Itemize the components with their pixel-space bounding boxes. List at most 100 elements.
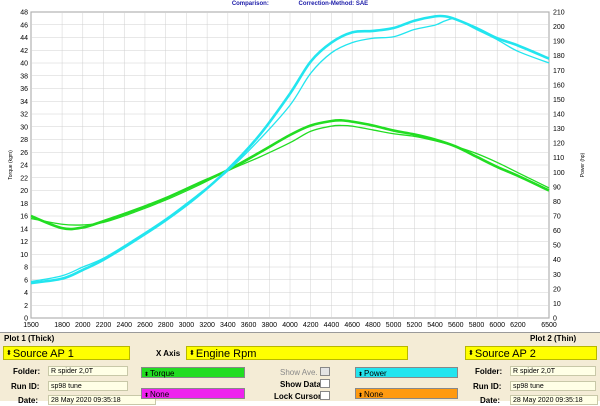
- y-left-tick-label: 6: [24, 277, 28, 284]
- y-right-tick-label: 140: [553, 112, 565, 119]
- show-ave-checkbox[interactable]: [320, 367, 330, 376]
- x-tick-label: 6000: [489, 322, 505, 329]
- plot2-channel-value: Power: [364, 369, 387, 378]
- y-left-tick-label: 30: [20, 124, 28, 131]
- x-tick-label: 4600: [344, 322, 360, 329]
- xaxis-label: X Axis: [156, 349, 181, 358]
- show-data-checkbox[interactable]: [320, 379, 330, 388]
- y-right-tick-label: 20: [553, 286, 561, 293]
- updown-arrow-icon: ⬍: [6, 350, 12, 357]
- y-right-tick-label: 40: [553, 257, 561, 264]
- y-right-tick-label: 170: [553, 68, 565, 75]
- show-ave-label: Show Ave.: [280, 368, 318, 377]
- plot1-channel-value: Torque: [150, 369, 175, 378]
- updown-arrow-icon: ⬍: [358, 393, 364, 399]
- y-right-tick-label: 200: [553, 24, 565, 31]
- y-right-tick-label: 180: [553, 53, 565, 60]
- runid1-field[interactable]: sp98 tune: [48, 381, 128, 391]
- y-right-tick-label: 0: [553, 316, 557, 323]
- y-left-tick-label: 10: [20, 252, 28, 259]
- folder1-label: Folder:: [13, 367, 41, 376]
- plot2-channel-select[interactable]: ⬍Power: [355, 367, 458, 378]
- x-tick-label: 1800: [54, 322, 70, 329]
- date1-label: Date:: [18, 396, 39, 405]
- y-left-tick-label: 18: [20, 201, 28, 208]
- source2-value: Source AP 2: [474, 348, 536, 360]
- xaxis-select[interactable]: ⬍Engine Rpm: [186, 346, 408, 360]
- folder2-field[interactable]: R spider 2,0T: [510, 366, 596, 376]
- plot1-label: Plot 1 (Thick): [4, 334, 55, 343]
- y-left-tick-label: 0: [24, 316, 28, 323]
- x-tick-label: 6200: [510, 322, 526, 329]
- y-left-tick-label: 40: [20, 61, 28, 68]
- y-left-tick-label: 36: [20, 86, 28, 93]
- source1-select[interactable]: ⬍Source AP 1: [3, 346, 130, 360]
- show-data-label: Show Data: [280, 380, 321, 389]
- y-left-tick-label: 38: [20, 73, 28, 80]
- plot1-channel2-value: None: [150, 390, 170, 399]
- plot2-label: Plot 2 (Thin): [530, 334, 577, 343]
- y-left-tick-label: 8: [24, 265, 28, 272]
- x-tick-label: 5000: [386, 322, 402, 329]
- x-tick-label: 4800: [365, 322, 381, 329]
- plot2-channel2-select[interactable]: ⬍None: [355, 388, 458, 399]
- date2-field[interactable]: 28 May 2020 09:35:18: [510, 395, 598, 405]
- y-left-tick-label: 16: [20, 214, 28, 221]
- y-right-tick-label: 210: [553, 10, 565, 17]
- y-right-tick-label: 190: [553, 39, 565, 46]
- y-right-tick-label: 130: [553, 126, 565, 133]
- x-tick-label: 2400: [116, 322, 132, 329]
- y-left-tick-label: 4: [24, 290, 28, 297]
- folder1-field[interactable]: R spider 2,0T: [48, 366, 128, 376]
- y-left-axis-label: Torque (kgm): [8, 150, 14, 180]
- updown-arrow-icon: ⬍: [144, 393, 150, 399]
- x-tick-label: 6500: [541, 322, 557, 329]
- x-tick-label: 5600: [448, 322, 464, 329]
- runid1-label: Run ID:: [11, 382, 40, 391]
- y-right-tick-label: 150: [553, 97, 565, 104]
- x-tick-label: 5200: [407, 322, 423, 329]
- updown-arrow-icon: ⬍: [189, 350, 195, 357]
- y-right-tick-label: 30: [553, 272, 561, 279]
- y-right-tick-label: 70: [553, 214, 561, 221]
- y-left-tick-label: 12: [20, 239, 28, 246]
- x-tick-label: 5800: [469, 322, 485, 329]
- x-tick-label: 3000: [179, 322, 195, 329]
- y-right-tick-label: 10: [553, 301, 561, 308]
- x-tick-label: 5400: [427, 322, 443, 329]
- x-tick-label: 2200: [96, 322, 112, 329]
- x-tick-label: 2600: [137, 322, 153, 329]
- x-tick-label: 3200: [199, 322, 215, 329]
- plot1-channel2-select[interactable]: ⬍None: [141, 388, 245, 399]
- runid2-label: Run ID:: [473, 382, 502, 391]
- lock-cursor-checkbox[interactable]: [320, 391, 330, 400]
- source2-select[interactable]: ⬍Source AP 2: [465, 346, 597, 360]
- x-tick-label: 1500: [23, 322, 39, 329]
- y-right-axis-label: Power (hp): [580, 152, 586, 177]
- y-left-tick-label: 26: [20, 150, 28, 157]
- y-left-tick-label: 42: [20, 48, 28, 55]
- plot2-channel2-value: None: [364, 390, 384, 399]
- y-left-tick-label: 22: [20, 175, 28, 182]
- plot1-channel-select[interactable]: ⬍Torque: [141, 367, 245, 378]
- y-right-tick-label: 50: [553, 243, 561, 250]
- folder2-label: Folder:: [475, 367, 503, 376]
- y-right-tick-label: 110: [553, 155, 564, 162]
- y-left-tick-label: 46: [20, 22, 28, 29]
- y-right-tick-label: 160: [553, 82, 565, 89]
- y-left-tick-label: 24: [20, 163, 28, 170]
- x-tick-label: 4400: [324, 322, 340, 329]
- date1-field[interactable]: 28 May 2020 09:35:18: [48, 395, 156, 405]
- x-tick-label: 4000: [282, 322, 298, 329]
- y-left-tick-label: 44: [20, 35, 28, 42]
- y-left-tick-label: 28: [20, 137, 28, 144]
- y-left-tick-label: 14: [20, 226, 28, 233]
- xaxis-value: Engine Rpm: [195, 348, 257, 360]
- dyno-chart: 1500 1800 2000 2200 2400 2600 2800 3000 3200 3400…: [8, 10, 586, 330]
- y-right-tick-label: 60: [553, 228, 561, 235]
- y-right-tick-label: 80: [553, 199, 561, 206]
- updown-arrow-icon: ⬍: [468, 350, 474, 357]
- runid2-field[interactable]: sp98 tune: [510, 381, 596, 391]
- x-tick-label: 4200: [303, 322, 319, 329]
- x-tick-label: 3400: [220, 322, 236, 329]
